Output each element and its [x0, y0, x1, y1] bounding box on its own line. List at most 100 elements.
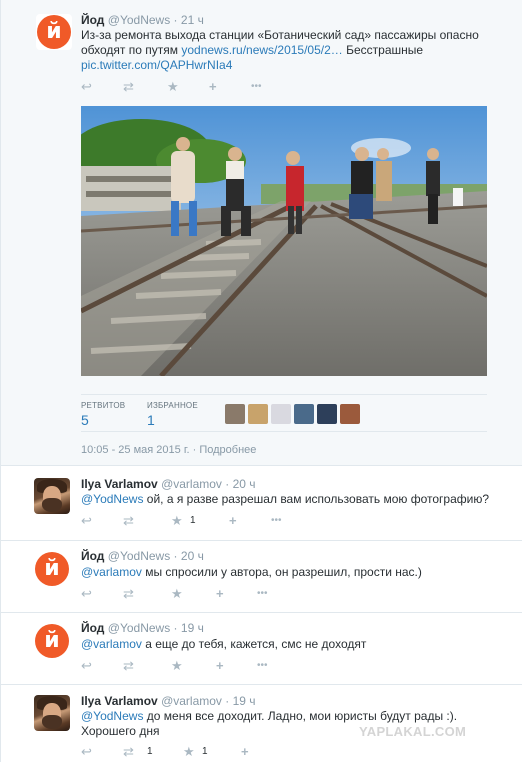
user-avatar-thumb[interactable] [271, 404, 291, 424]
user-avatar-thumb[interactable] [248, 404, 268, 424]
reply-icon[interactable]: ↩ [81, 80, 92, 94]
favorite-count: 1 [202, 746, 208, 757]
follow-icon[interactable]: + [216, 587, 224, 601]
author-name[interactable]: Йод [81, 13, 104, 27]
favorite-icon[interactable]: ★ [171, 587, 183, 601]
retweet-icon[interactable]: ⇄ [123, 745, 134, 759]
tweet-actions: ↩ ⇄ 1 ★ 1 + [81, 745, 281, 759]
details-link[interactable]: Подробнее [199, 444, 256, 456]
tweet-actions: ↩ ⇄ ★ + ••• [81, 659, 281, 673]
favorites-label: ИЗБРАННОЕ [147, 401, 198, 410]
tweet-actions: ↩ ⇄ ★ + ••• [81, 80, 281, 94]
tweet-conversation: й Йод @YodNews · 21 ч Из-за ремонта выхо… [0, 0, 522, 762]
retweet-icon[interactable]: ⇄ [123, 659, 134, 673]
favorite-icon[interactable]: ★ [171, 514, 183, 528]
tweet-time[interactable]: 19 ч [233, 694, 256, 708]
tweet-text-line2: обходят по путям [81, 43, 182, 57]
tweet-actions: ↩ ⇄ ★ + ••• [81, 587, 281, 601]
reply-text: до меня все доходит. Ладно, мои юристы б… [143, 709, 458, 723]
tweet-timestamp: 10:05 - 25 мая 2015 г. [81, 444, 190, 456]
reply-tweet: й Йод @YodNews · 20 ч @varlamov мы спрос… [1, 541, 522, 613]
tweet-meta: 10:05 - 25 мая 2015 г. · Подробнее [81, 444, 256, 456]
tweet-photo[interactable] [81, 106, 487, 376]
tweet-header: Йод @YodNews · 20 ч [81, 549, 204, 563]
author-handle[interactable]: @varlamov [161, 694, 222, 708]
tweet-time[interactable]: 21 ч [181, 13, 204, 27]
mention-link[interactable]: @YodNews [81, 492, 143, 506]
tweet-time[interactable]: 19 ч [181, 621, 204, 635]
yod-logo-icon: й [35, 552, 69, 586]
author-name[interactable]: Йод [81, 549, 104, 563]
author-handle[interactable]: @YodNews [108, 549, 170, 563]
follow-icon[interactable]: + [216, 659, 224, 673]
avatar[interactable]: й [36, 14, 72, 50]
retweet-icon[interactable]: ⇄ [123, 514, 134, 528]
mention-link[interactable]: @varlamov [81, 637, 142, 651]
reply-text: мы спросили у автора, он разрешил, прост… [141, 565, 422, 579]
tweet-header: Ilya Varlamov @varlamov · 19 ч [81, 694, 256, 708]
reply-icon[interactable]: ↩ [81, 745, 92, 759]
favorites-count[interactable]: 1 [147, 412, 155, 428]
reply-icon[interactable]: ↩ [81, 514, 92, 528]
tweet-text: @varlamov мы спросили у автора, он разре… [81, 565, 501, 580]
author-handle[interactable]: @YodNews [108, 621, 170, 635]
tweet-stats: РЕТВИТОВ 5 ИЗБРАННОЕ 1 [81, 394, 487, 432]
tweet-text: Из-за ремонта выхода станции «Ботаническ… [81, 28, 481, 73]
railway-photo-icon [81, 106, 487, 376]
author-name[interactable]: Ilya Varlamov [81, 694, 158, 708]
pic-link[interactable]: pic.twitter.com/QAPHwrNIa4 [81, 58, 481, 73]
retweets-count[interactable]: 5 [81, 412, 89, 428]
tweet-header: Йод @YodNews · 21 ч [81, 13, 204, 27]
reply-tweet: Ilya Varlamov @varlamov · 20 ч @YodNews … [1, 466, 522, 541]
main-tweet: й Йод @YodNews · 21 ч Из-за ремонта выхо… [1, 0, 522, 466]
beard-icon [42, 498, 62, 512]
yod-logo-icon: й [37, 15, 71, 49]
tweet-time[interactable]: 20 ч [233, 477, 256, 491]
tweet-header: Ilya Varlamov @varlamov · 20 ч [81, 477, 256, 491]
reply-text: а еще до тебя, кажется, смс не доходят [141, 637, 367, 651]
author-name[interactable]: Ilya Varlamov [81, 477, 158, 491]
follow-icon[interactable]: + [229, 514, 237, 528]
retweet-icon[interactable]: ⇄ [123, 80, 134, 94]
meta-separator: · [189, 444, 200, 456]
retweet-count: 1 [147, 746, 153, 757]
favorite-count: 1 [190, 515, 196, 526]
user-avatar-thumb[interactable] [340, 404, 360, 424]
favorite-icon[interactable]: ★ [183, 745, 195, 759]
more-icon[interactable]: ••• [257, 659, 268, 673]
avatar[interactable] [34, 478, 70, 514]
retweets-label: РЕТВИТОВ [81, 401, 126, 410]
tweet-text-line2-end: Бесстрашные [342, 43, 424, 57]
user-avatar-thumb[interactable] [225, 404, 245, 424]
watermark: YAPLAKAL.COM [359, 724, 467, 739]
user-avatar-thumb[interactable] [294, 404, 314, 424]
favorite-icon[interactable]: ★ [167, 80, 179, 94]
follow-icon[interactable]: + [241, 745, 249, 759]
tweet-text: @varlamov а еще до тебя, кажется, смс не… [81, 637, 501, 652]
reply-icon[interactable]: ↩ [81, 587, 92, 601]
retweet-icon[interactable]: ⇄ [123, 587, 134, 601]
reply-text: ой, а я разве разрешал вам использовать … [143, 492, 490, 506]
mention-link[interactable]: @varlamov [81, 565, 142, 579]
more-icon[interactable]: ••• [257, 587, 268, 601]
more-icon[interactable]: ••• [251, 80, 262, 94]
tweet-text: @YodNews ой, а я разве разрешал вам испо… [81, 492, 501, 507]
yod-logo-icon: й [35, 624, 69, 658]
follow-icon[interactable]: + [209, 80, 217, 94]
author-handle[interactable]: @varlamov [161, 477, 222, 491]
author-handle[interactable]: @YodNews [108, 13, 170, 27]
avatar[interactable] [34, 695, 70, 731]
author-name[interactable]: Йод [81, 621, 104, 635]
tweet-actions: ↩ ⇄ ★ 1 + ••• [81, 514, 282, 528]
news-link[interactable]: yodnews.ru/news/2015/05/2… [181, 43, 342, 57]
mention-link[interactable]: @YodNews [81, 709, 143, 723]
user-avatar-thumb[interactable] [317, 404, 337, 424]
avatar[interactable]: й [34, 623, 70, 659]
tweet-text-line1: Из-за ремонта выхода станции «Ботаническ… [81, 28, 479, 42]
tweet-time[interactable]: 20 ч [181, 549, 204, 563]
reply-icon[interactable]: ↩ [81, 659, 92, 673]
favorite-icon[interactable]: ★ [171, 659, 183, 673]
more-icon[interactable]: ••• [271, 514, 282, 528]
beard-icon [42, 715, 62, 729]
avatar[interactable]: й [34, 551, 70, 587]
